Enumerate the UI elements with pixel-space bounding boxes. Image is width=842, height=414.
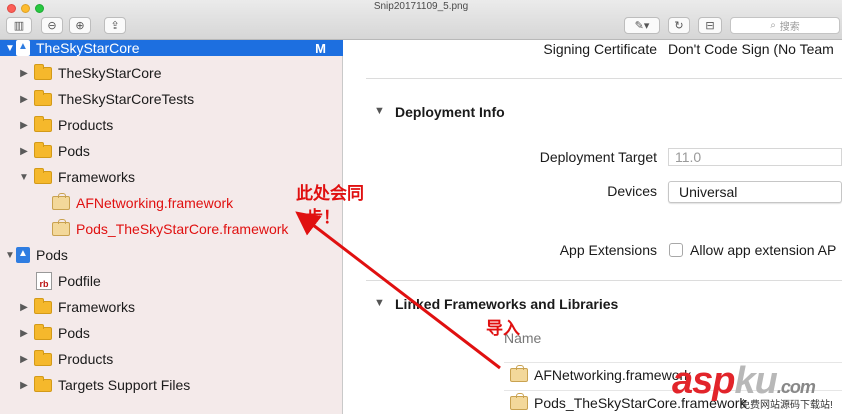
linked-frameworks-title: Linked Frameworks and Libraries	[395, 296, 619, 312]
folder-icon	[34, 375, 52, 392]
xcode-project-icon	[16, 247, 30, 263]
disclosure-closed-icon[interactable]: ▶	[18, 354, 30, 365]
zoom-in-button[interactable]: ⊕	[69, 17, 91, 34]
folder-icon	[34, 297, 52, 314]
zoom-in-icon: ⊕	[75, 20, 85, 32]
disclosure-closed-icon[interactable]: ▶	[18, 94, 30, 105]
disclosure-closed-icon[interactable]: ▶	[18, 68, 30, 79]
tree-row-label: Pods	[58, 325, 90, 341]
tree-row-group[interactable]: ▶ TheSkyStarCoreTests	[0, 86, 343, 112]
linked-framework-label: AFNetworking.framework	[534, 366, 692, 383]
framework-icon	[52, 219, 70, 236]
signing-certificate-value[interactable]: Don't Code Sign (No Team	[668, 41, 834, 57]
folder-icon	[34, 63, 52, 80]
section-divider	[366, 78, 842, 79]
search-icon: ⌕	[770, 20, 776, 31]
framework-icon	[510, 364, 528, 382]
tree-row-label: TheSkyStarCore	[58, 65, 162, 81]
sync-annotation-line1: 此处会同	[296, 184, 364, 203]
toolbox-icon: ⊟	[705, 20, 715, 32]
folder-icon	[34, 89, 52, 106]
sidebar-toggle-button[interactable]: ▥	[6, 17, 32, 34]
share-button[interactable]: ⇪	[104, 17, 126, 34]
sidebar-icon: ▥	[13, 20, 25, 32]
zoom-out-icon: ⊖	[47, 20, 57, 32]
allow-app-extension-checkbox[interactable]	[669, 243, 683, 257]
rotate-button[interactable]: ↻	[668, 17, 690, 34]
deployment-target-label: Deployment Target	[539, 149, 657, 165]
tree-row-file[interactable]: Pods_TheSkyStarCore.framework	[0, 216, 343, 242]
tree-row-group[interactable]: ▶ Products	[0, 112, 343, 138]
search-input[interactable]: ⌕ 搜索	[730, 17, 840, 34]
disclosure-closed-icon[interactable]: ▶	[18, 302, 30, 313]
tree-row-group[interactable]: ▼ Frameworks	[0, 164, 343, 190]
disclosure-open-icon[interactable]: ▼	[4, 250, 16, 261]
tree-row-label: Podfile	[58, 273, 101, 289]
markup-button[interactable]: ✎▾	[624, 17, 660, 34]
window-title: Snip20171109_5.png	[373, 1, 469, 12]
tree-row-group[interactable]: ▶ TheSkyStarCore	[0, 60, 343, 86]
disclosure-open-icon[interactable]: ▼	[4, 43, 16, 54]
tree-row-group[interactable]: ▶ Pods	[0, 138, 343, 164]
folder-icon	[34, 323, 52, 340]
tree-row-group[interactable]: ▶ Frameworks	[0, 294, 343, 320]
framework-icon	[52, 193, 70, 210]
tree-row-file[interactable]: AFNetworking.framework	[0, 190, 343, 216]
tree-row-file[interactable]: rb Podfile	[0, 268, 343, 294]
tree-row-label: Products	[58, 117, 114, 133]
folder-icon	[34, 115, 52, 132]
app-extensions-label: App Extensions	[559, 242, 657, 258]
framework-icon	[510, 392, 528, 410]
toolbox-button[interactable]: ⊟	[698, 17, 722, 34]
folder-icon	[34, 141, 52, 158]
tree-row-project-root[interactable]: ▼ TheSkyStarCore M	[0, 40, 343, 56]
sync-annotation-line2: 步！	[306, 208, 340, 227]
tree-row-label: Pods_TheSkyStarCore.framework	[76, 221, 289, 237]
section-divider	[366, 280, 842, 281]
deployment-info-title: Deployment Info	[395, 104, 505, 120]
window-titlebar: Snip20171109_5.png ▥ ⊖ ⊕ ⇪ ✎▾ ↻ ⊟ ⌕ 搜索	[0, 0, 842, 40]
search-placeholder: 搜索	[779, 22, 800, 33]
folder-icon	[34, 167, 52, 184]
disclosure-closed-icon[interactable]: ▶	[18, 328, 30, 339]
ruby-file-icon: rb	[36, 272, 52, 290]
rotate-icon: ↻	[674, 20, 684, 32]
project-navigator: ▼ TheSkyStarCore M ▶ TheSkyStarCore ▶ Th…	[0, 40, 343, 414]
tree-row-label: Pods	[36, 247, 68, 263]
target-settings-panel: Signing Certificate Don't Code Sign (No …	[344, 40, 842, 414]
tree-row-group[interactable]: ▶ Targets Support Files	[0, 372, 343, 398]
folder-icon	[34, 349, 52, 366]
devices-popup[interactable]: Universal	[668, 181, 842, 203]
disclosure-closed-icon[interactable]: ▶	[18, 146, 30, 157]
tree-row-label: Products	[58, 351, 114, 367]
share-icon: ⇪	[110, 20, 120, 32]
tree-row-project[interactable]: ▼ Pods	[0, 242, 343, 268]
disclosure-open-icon[interactable]: ▼	[374, 105, 385, 117]
watermark-subtitle: 免费网站源码下载站!	[740, 400, 833, 411]
modified-badge: M	[315, 40, 326, 56]
tree-row-label: TheSkyStarCore	[36, 40, 140, 56]
disclosure-open-icon[interactable]: ▼	[374, 297, 385, 309]
tree-row-label: Frameworks	[58, 169, 136, 185]
tree-row-label: Pods	[58, 143, 90, 159]
tree-row-label: Targets Support Files	[58, 377, 191, 393]
deployment-target-field[interactable]: 11.0	[668, 148, 842, 166]
tree-row-label: TheSkyStarCoreTests	[58, 91, 195, 107]
tree-row-label: AFNetworking.framework	[76, 195, 234, 211]
allow-app-extension-label: Allow app extension AP	[690, 242, 837, 258]
disclosure-closed-icon[interactable]: ▶	[18, 120, 30, 131]
xcode-project-icon	[16, 40, 30, 56]
tree-row-group[interactable]: ▶ Pods	[0, 320, 343, 346]
pen-icon: ✎▾	[634, 20, 650, 32]
disclosure-closed-icon[interactable]: ▶	[18, 380, 30, 391]
import-annotation: 导入	[486, 319, 520, 338]
disclosure-open-icon[interactable]: ▼	[18, 172, 30, 183]
devices-label: Devices	[607, 183, 657, 199]
tree-row-label: Frameworks	[58, 299, 136, 315]
signing-certificate-label: Signing Certificate	[543, 41, 657, 57]
tree-row-group[interactable]: ▶ Products	[0, 346, 343, 372]
zoom-out-button[interactable]: ⊖	[41, 17, 63, 34]
